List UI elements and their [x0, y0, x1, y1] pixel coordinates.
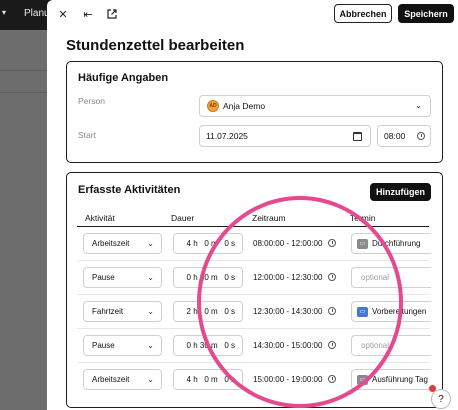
chevron-down-icon: ⌄ [147, 341, 154, 350]
card-title: Häufige Angaben [78, 72, 169, 84]
timespan-text: 15:00:00 - 19:00:00 [253, 375, 323, 384]
column-header-activity: Aktivität [85, 213, 115, 223]
save-button[interactable]: Speichern [398, 4, 454, 23]
clock-icon[interactable] [328, 341, 336, 349]
appointment-icon: ▭ [357, 238, 368, 249]
person-select[interactable]: AD Anja Demo ⌄ [199, 95, 431, 117]
panel-toolbar: ✕ ⇤ Abbrechen Speichern [47, 0, 458, 28]
appointment-value: Durchführung [372, 239, 421, 248]
collapse-arrow-icon[interactable]: ⇤ [80, 6, 96, 22]
duration-input[interactable]: 0 h 30 m 0 s [173, 267, 243, 288]
activity-type-select[interactable]: Pause ⌄ [83, 335, 162, 356]
start-date-value: 11.07.2025 [206, 131, 248, 141]
timespan-text: 14:30:00 - 15:00:00 [253, 341, 323, 350]
activity-type-select[interactable]: Fahrtzeit ⌄ [83, 301, 162, 322]
clock-icon[interactable] [328, 375, 336, 383]
activity-type-select[interactable]: Arbeitszeit ⌄ [83, 369, 162, 390]
appointment-icon: ▭ [357, 306, 368, 317]
row-divider [77, 294, 429, 295]
start-date-input[interactable]: 11.07.2025 [199, 125, 371, 147]
column-header-duration: Dauer [171, 213, 195, 223]
timespan-text: 08:00:00 - 12:00:00 [253, 239, 323, 248]
caret-icon: ▾ [2, 8, 7, 17]
close-icon[interactable]: ✕ [55, 6, 71, 22]
duration-input[interactable]: 4 h 0 m 0 s [173, 369, 243, 390]
duration-input[interactable]: 2 h 0 m 0 s [173, 301, 243, 322]
appointment-value: Ausführung Tag [372, 375, 428, 384]
start-label: Start [78, 130, 96, 140]
appointment-value: Vorbereitungen [372, 307, 427, 316]
person-value: Anja Demo [223, 101, 266, 111]
card-title: Erfasste Aktivitäten [78, 184, 181, 196]
appointment-field[interactable]: ▭ Vorbereitungen [351, 301, 431, 322]
activity-type-select[interactable]: Arbeitszeit ⌄ [83, 233, 162, 254]
chevron-down-icon: ⌄ [147, 375, 154, 384]
clock-icon[interactable] [328, 273, 336, 281]
start-time-input[interactable]: 08:00 [377, 125, 431, 147]
page-title: Stundenzettel bearbeiten [66, 37, 245, 54]
column-header-timespan: Zeitraum [252, 213, 286, 223]
appointment-value: optional [361, 341, 390, 350]
row-divider [77, 362, 429, 363]
appointment-field[interactable]: ▭ Ausführung Tag [351, 369, 431, 390]
help-button[interactable]: ? [431, 389, 451, 409]
timespan-text: 12:30:00 - 14:30:00 [253, 307, 323, 316]
person-label: Person [78, 96, 105, 106]
add-activity-button[interactable]: Hinzufügen [370, 183, 431, 201]
avatar: AD [207, 100, 219, 112]
chevron-down-icon: ⌄ [147, 273, 154, 282]
start-time-value: 08:00 [384, 131, 406, 141]
table-header-divider [77, 226, 429, 227]
edit-timesheet-panel: ✕ ⇤ Abbrechen Speichern Stundenzettel be… [47, 0, 458, 410]
calendar-icon[interactable] [353, 132, 362, 141]
appointment-value: optional [361, 273, 390, 282]
appointment-field[interactable]: optional [351, 267, 431, 288]
clock-icon[interactable] [417, 132, 425, 140]
cancel-button[interactable]: Abbrechen [334, 4, 392, 23]
activities-card: Erfasste Aktivitäten Hinzufügen Aktivitä… [66, 172, 443, 408]
activity-type-value: Pause [92, 341, 115, 350]
chevron-down-icon: ⌄ [415, 101, 422, 110]
activity-type-select[interactable]: Pause ⌄ [83, 267, 162, 288]
column-header-appointment: Termin [350, 213, 376, 223]
duration-input[interactable]: 4 h 0 m 0 s [173, 233, 243, 254]
activity-type-value: Arbeitszeit [92, 239, 130, 248]
activity-type-value: Pause [92, 273, 115, 282]
appointment-field[interactable]: optional [351, 335, 431, 356]
activity-type-value: Fahrtzeit [92, 307, 124, 316]
chevron-down-icon: ⌄ [147, 239, 154, 248]
row-divider [77, 328, 429, 329]
frequent-data-card: Häufige Angaben Person AD Anja Demo ⌄ St… [66, 61, 443, 163]
chevron-down-icon: ⌄ [147, 307, 154, 316]
row-divider [77, 260, 429, 261]
timespan-text: 12:00:00 - 12:30:00 [253, 273, 323, 282]
duration-input[interactable]: 0 h 30 m 0 s [173, 335, 243, 356]
activity-type-value: Arbeitszeit [92, 375, 130, 384]
clock-icon[interactable] [328, 239, 336, 247]
appointment-field[interactable]: ▭ Durchführung [351, 233, 431, 254]
external-link-icon[interactable] [104, 6, 120, 22]
appointment-icon: ▭ [357, 374, 368, 385]
clock-icon[interactable] [328, 307, 336, 315]
